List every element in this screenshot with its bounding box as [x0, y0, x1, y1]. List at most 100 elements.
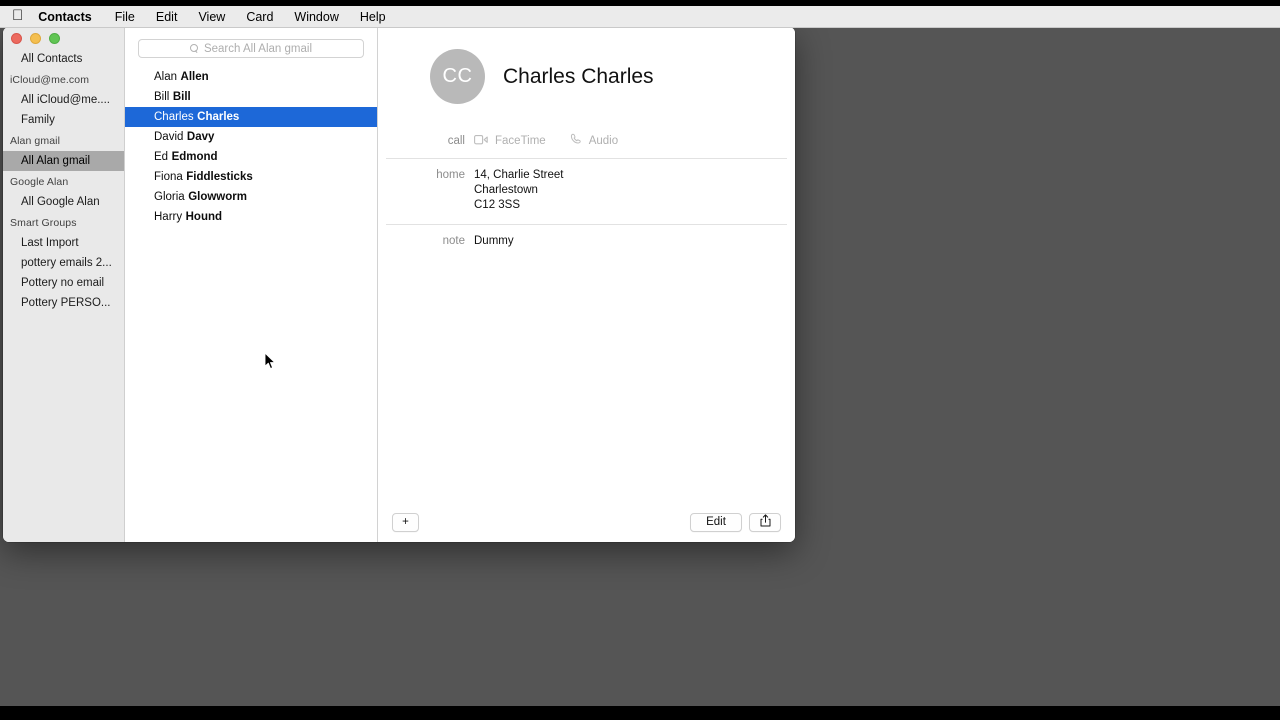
- share-button[interactable]: [749, 512, 781, 532]
- contact-first-name: Alan: [154, 71, 178, 83]
- sidebar-item-all-google-alan[interactable]: All Google Alan: [3, 192, 124, 212]
- note-label: note: [442, 235, 465, 247]
- edit-button-label: Edit: [706, 516, 726, 528]
- minimize-button[interactable]: [30, 32, 41, 44]
- home-address-value: 14, Charlie Street Charlestown C12 3SS: [474, 168, 564, 213]
- search-icon: [189, 44, 199, 53]
- share-icon: [760, 514, 771, 530]
- contact-last-name: Hound: [185, 211, 223, 223]
- sidebar-item-pottery-emails[interactable]: pottery emails 2...: [3, 253, 124, 273]
- sidebar-item-pottery-personal[interactable]: Pottery PERSO...: [3, 293, 124, 313]
- sidebar-item-label: All iCloud@me....: [21, 94, 111, 106]
- menu-item-contacts[interactable]: Contacts: [38, 10, 91, 24]
- video-camera-icon: [474, 132, 488, 150]
- contact-row-harry-hound[interactable]: Harry Hound: [125, 207, 377, 227]
- sidebar-item-label: Last Import: [21, 237, 79, 249]
- contact-last-name: Charles: [197, 111, 240, 123]
- contact-row-fiona-fiddlesticks[interactable]: Fiona Fiddlesticks: [125, 167, 377, 187]
- contact-last-name: Allen: [180, 71, 209, 83]
- sidebar-item-pottery-no-email[interactable]: Pottery no email: [3, 273, 124, 293]
- sidebar-item-all-alan-gmail[interactable]: All Alan gmail: [3, 151, 124, 171]
- apple-logo-icon[interactable]: : [12, 8, 23, 23]
- contact-row-ed-edmond[interactable]: Ed Edmond: [125, 147, 377, 167]
- menu-item-view[interactable]: View: [198, 10, 225, 24]
- contact-list: Alan Allen Bill Bill Charles Charles Dav…: [125, 67, 377, 227]
- sidebar-item-label: pottery emails 2...: [21, 257, 112, 269]
- sidebar-header-smart-groups: Smart Groups: [3, 212, 124, 233]
- sidebar-header-label: Smart Groups: [10, 216, 77, 229]
- note-row[interactable]: note Dummy: [378, 225, 795, 260]
- edit-button[interactable]: Edit: [690, 512, 742, 532]
- contact-last-name: Davy: [186, 131, 215, 143]
- sidebar-item-all-icloud[interactable]: All iCloud@me....: [3, 90, 124, 110]
- call-row: call FaceTime Audio: [378, 104, 795, 158]
- address-line-3: C12 3SS: [474, 199, 521, 211]
- sidebar-item-label: All Google Alan: [21, 196, 100, 208]
- contact-row-david-davy[interactable]: David Davy: [125, 127, 377, 147]
- window-traffic-lights: [3, 27, 124, 49]
- contact-first-name: Fiona: [154, 171, 183, 183]
- sidebar-item-label: Pottery no email: [21, 277, 105, 289]
- plus-icon: +: [402, 516, 409, 528]
- contact-first-name: Gloria: [154, 191, 185, 203]
- contacts-window: All Contacts iCloud@me.com All iCloud@me…: [3, 27, 795, 542]
- contact-header: CC Charles Charles: [378, 49, 795, 104]
- contact-list-column: Search All Alan gmail Alan Allen Bill Bi…: [125, 27, 378, 542]
- avatar-initials: CC: [442, 65, 473, 87]
- contact-row-alan-allen[interactable]: Alan Allen: [125, 67, 377, 87]
- menu-item-edit[interactable]: Edit: [156, 10, 178, 24]
- call-label: call: [447, 134, 465, 147]
- facetime-label: FaceTime: [495, 135, 546, 147]
- avatar[interactable]: CC: [430, 49, 485, 104]
- contact-last-name: Fiddlesticks: [186, 171, 253, 183]
- contact-first-name: Ed: [154, 151, 169, 163]
- sidebar-item-family[interactable]: Family: [3, 110, 124, 130]
- sidebar-item-label: Family: [21, 114, 55, 126]
- menu-bar:  Contacts File Edit View Card Window He…: [0, 6, 1280, 28]
- audio-label: Audio: [588, 135, 619, 147]
- audio-button[interactable]: Audio: [570, 132, 618, 150]
- phone-handset-icon: [570, 132, 582, 150]
- search-input[interactable]: Search All Alan gmail: [138, 39, 364, 58]
- sidebar-header-label: iCloud@me.com: [10, 73, 90, 86]
- menu-item-help[interactable]: Help: [360, 10, 386, 24]
- sidebar-header-label: Alan gmail: [10, 134, 61, 147]
- address-line-1: 14, Charlie Street: [474, 169, 564, 181]
- bottom-toolbar: + Edit: [378, 502, 795, 542]
- home-label: home: [436, 169, 465, 181]
- contact-first-name: Charles: [154, 111, 194, 123]
- page-title: Charles Charles: [503, 64, 654, 88]
- sidebar-header-icloud: iCloud@me.com: [3, 69, 124, 90]
- letterbox-top: [0, 0, 1280, 6]
- close-button[interactable]: [11, 32, 22, 44]
- menu-item-window[interactable]: Window: [294, 10, 338, 24]
- sidebar-item-all-contacts[interactable]: All Contacts: [3, 49, 124, 69]
- search-container: Search All Alan gmail: [125, 27, 377, 58]
- sidebar-item-label: All Alan gmail: [21, 155, 91, 167]
- home-address-row[interactable]: home 14, Charlie Street Charlestown C12 …: [378, 159, 795, 224]
- sidebar-item-label: All Contacts: [21, 53, 83, 65]
- contact-first-name: Bill: [154, 91, 170, 103]
- sidebar-header-google-alan: Google Alan: [3, 171, 124, 192]
- contact-first-name: David: [154, 131, 184, 143]
- sidebar-header-label: Google Alan: [10, 175, 69, 188]
- contact-last-name: Bill: [172, 91, 191, 103]
- menu-item-file[interactable]: File: [115, 10, 135, 24]
- contact-row-bill-bill[interactable]: Bill Bill: [125, 87, 377, 107]
- contact-first-name: Harry: [154, 211, 183, 223]
- contact-row-gloria-glowworm[interactable]: Gloria Glowworm: [125, 187, 377, 207]
- contact-last-name: Glowworm: [188, 191, 247, 203]
- desktop-background:  Contacts File Edit View Card Window He…: [0, 0, 1280, 706]
- note-value: Dummy: [474, 235, 514, 247]
- zoom-button[interactable]: [49, 32, 60, 44]
- search-placeholder: Search All Alan gmail: [203, 42, 313, 55]
- address-line-2: Charlestown: [474, 184, 538, 196]
- facetime-button[interactable]: FaceTime: [474, 132, 546, 150]
- contact-detail-pane: CC Charles Charles call FaceTime Audio h…: [378, 27, 795, 542]
- menu-item-card[interactable]: Card: [246, 10, 273, 24]
- sidebar-item-last-import[interactable]: Last Import: [3, 233, 124, 253]
- contact-last-name: Edmond: [171, 151, 218, 163]
- contact-row-charles-charles[interactable]: Charles Charles: [125, 107, 377, 127]
- letterbox-bottom: [0, 706, 1280, 720]
- add-contact-button[interactable]: +: [392, 512, 419, 532]
